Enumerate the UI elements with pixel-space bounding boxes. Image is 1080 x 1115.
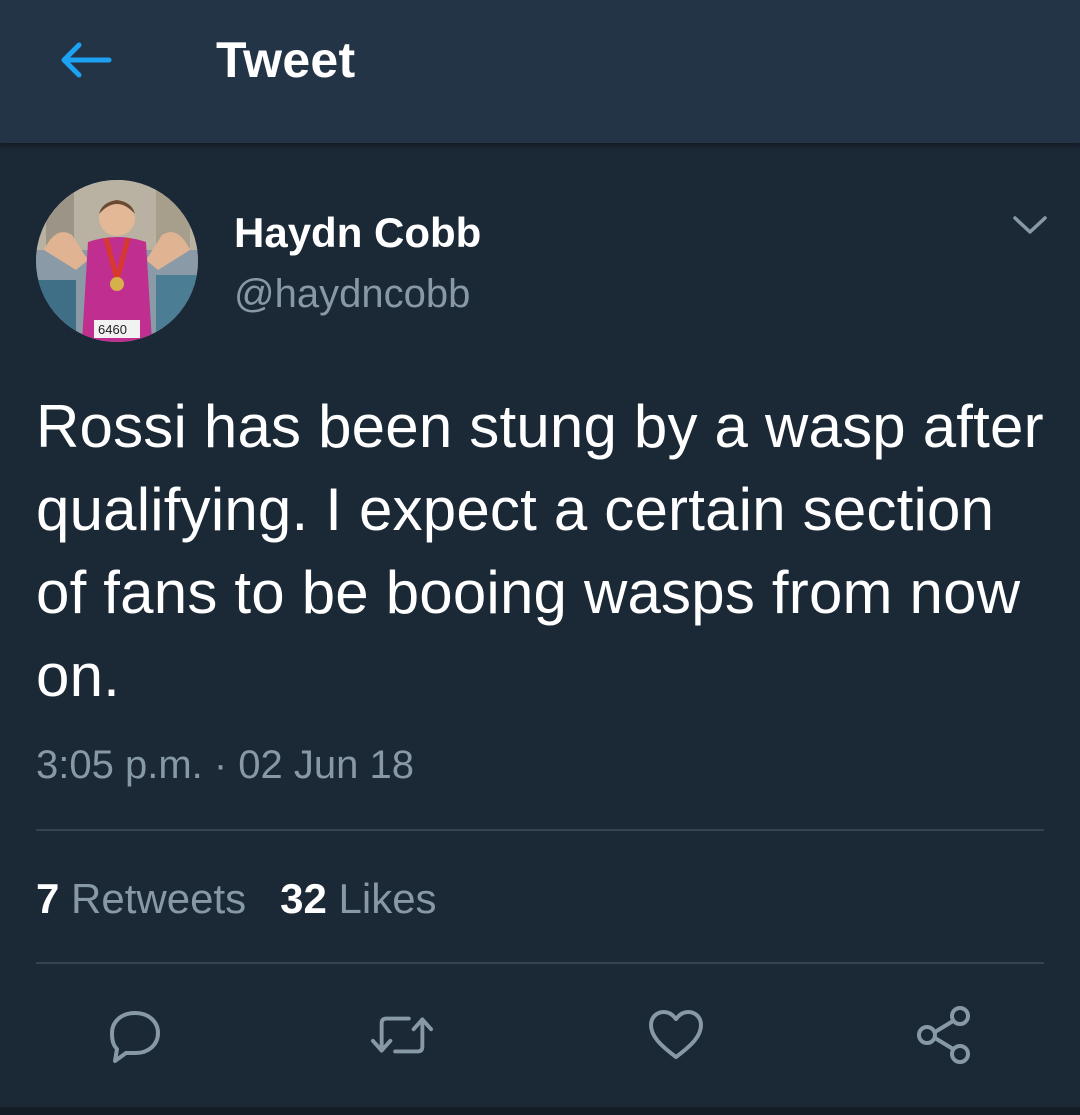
chevron-down-icon <box>1013 216 1047 234</box>
divider <box>36 962 1044 964</box>
share-icon <box>917 1006 970 1064</box>
reply-icon <box>110 1011 160 1063</box>
reply-button[interactable] <box>103 1003 167 1067</box>
avatar[interactable]: 6460 <box>36 180 198 342</box>
tweet-menu-button[interactable] <box>1008 205 1052 245</box>
retweet-icon <box>370 1016 434 1054</box>
author-display-name[interactable]: Haydn Cobb <box>234 208 481 258</box>
tweet-stats: 7 Retweets 32 Likes <box>36 873 437 925</box>
top-app-bar: Tweet <box>0 0 1080 143</box>
heart-icon <box>649 1010 703 1059</box>
divider <box>36 829 1044 831</box>
profile-photo: 6460 <box>36 180 198 342</box>
tweet-text: Rossi has been stung by a wasp after qua… <box>36 393 1044 709</box>
likes-count: 32 <box>280 875 327 922</box>
tweet-detail-screen: Tweet 6460 Haydn Cobb @haydncobb Rossi h… <box>0 0 1080 1115</box>
like-button[interactable] <box>644 1003 708 1067</box>
retweets-label: Retweets <box>71 875 247 922</box>
bottom-separator <box>0 1107 1080 1115</box>
retweets-count: 7 <box>36 875 60 922</box>
author-handle[interactable]: @haydncobb <box>234 270 470 318</box>
back-button[interactable] <box>50 28 120 92</box>
arrow-left-icon <box>61 42 112 78</box>
share-button[interactable] <box>912 1003 976 1067</box>
tweet-timestamp: 3:05 p.m. · 02 Jun 18 <box>36 743 415 787</box>
likes-label: Likes <box>338 875 437 922</box>
retweet-button[interactable] <box>370 1003 434 1067</box>
likes-stat[interactable]: 32 Likes <box>280 873 436 925</box>
page-title: Tweet <box>216 32 356 88</box>
retweets-stat[interactable]: 7 Retweets <box>36 873 246 925</box>
svg-text:6460: 6460 <box>98 322 127 337</box>
